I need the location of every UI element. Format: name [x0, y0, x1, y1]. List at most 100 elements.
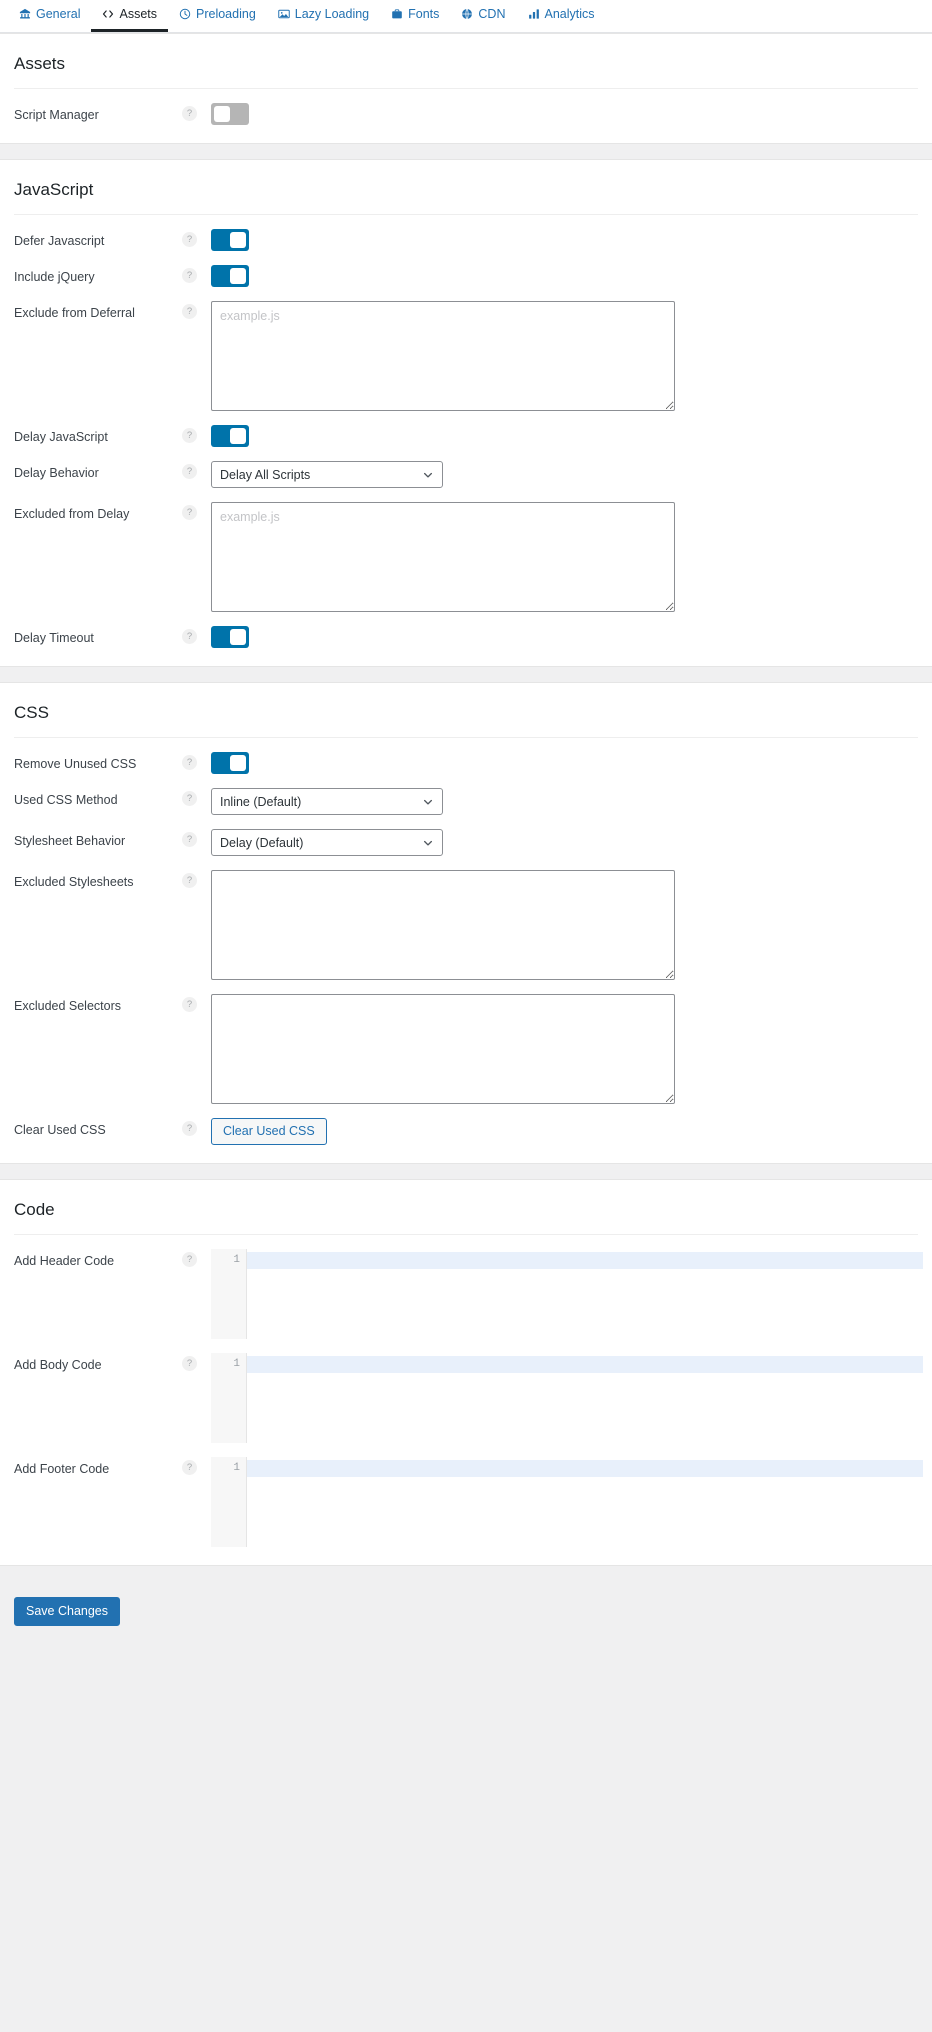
active-line-highlight — [247, 1460, 923, 1477]
control-delay-timeout — [211, 626, 918, 648]
control-delay-javascript — [211, 425, 918, 447]
excluded-selectors-textarea[interactable] — [211, 994, 675, 1104]
toggle-knob — [230, 268, 246, 284]
row-excluded-from-delay: Excluded from Delay ? — [14, 492, 918, 616]
footer-code-gutter: 1 — [211, 1457, 247, 1547]
settings-tab-bar: General Assets Preloading Lazy Loading F… — [0, 0, 932, 33]
row-delay-timeout: Delay Timeout ? — [14, 616, 918, 652]
footer-code-editor[interactable]: 1 — [211, 1457, 923, 1547]
header-code-area[interactable] — [247, 1249, 923, 1339]
toggle-knob — [230, 755, 246, 771]
row-add-footer-code: Add Footer Code ? 1 — [14, 1447, 918, 1551]
help-icon-stylesheet-behavior[interactable]: ? — [182, 832, 197, 847]
row-used-css-method: Used CSS Method ? Inline (Default) — [14, 778, 918, 819]
help-icon-include-jquery[interactable]: ? — [182, 268, 197, 283]
toggle-script-manager[interactable] — [211, 103, 249, 125]
help-icon-script-manager[interactable]: ? — [182, 106, 197, 121]
toggle-remove-unused-css[interactable] — [211, 752, 249, 774]
delay-behavior-select-wrap: Delay All Scripts — [211, 461, 443, 488]
font-icon — [391, 8, 403, 20]
code-icon — [102, 8, 114, 20]
exclude-from-deferral-textarea[interactable] — [211, 301, 675, 411]
row-stylesheet-behavior: Stylesheet Behavior ? Delay (Default) — [14, 819, 918, 860]
tab-assets[interactable]: Assets — [91, 8, 168, 33]
row-excluded-selectors: Excluded Selectors ? — [14, 984, 918, 1108]
tab-general[interactable]: General — [8, 8, 91, 33]
label-add-header-code: Add Header Code — [14, 1249, 182, 1270]
toggle-knob — [230, 629, 246, 645]
row-exclude-from-deferral: Exclude from Deferral ? — [14, 291, 918, 415]
control-remove-unused-css — [211, 752, 918, 774]
control-excluded-from-delay — [211, 502, 918, 612]
tab-label: CDN — [478, 8, 505, 21]
label-excluded-stylesheets: Excluded Stylesheets — [14, 870, 182, 891]
help-icon-excluded-stylesheets[interactable]: ? — [182, 873, 197, 888]
active-line-highlight — [247, 1356, 923, 1373]
help-icon-exclude-from-deferral[interactable]: ? — [182, 304, 197, 319]
label-clear-used-css: Clear Used CSS — [14, 1118, 182, 1139]
tab-preloading[interactable]: Preloading — [168, 8, 267, 33]
body-code-editor[interactable]: 1 — [211, 1353, 923, 1443]
clear-used-css-button[interactable]: Clear Used CSS — [211, 1118, 327, 1145]
tab-analytics[interactable]: Analytics — [517, 8, 606, 33]
label-add-body-code: Add Body Code — [14, 1353, 182, 1374]
header-code-editor[interactable]: 1 — [211, 1249, 923, 1339]
active-line-highlight — [247, 1252, 923, 1269]
toggle-delay-javascript[interactable] — [211, 425, 249, 447]
used-css-method-select[interactable]: Inline (Default) — [211, 788, 443, 815]
control-add-body-code: 1 — [211, 1353, 923, 1443]
panel-title-code: Code — [14, 1180, 918, 1235]
row-clear-used-css: Clear Used CSS ? Clear Used CSS — [14, 1108, 918, 1149]
tab-lazy-loading[interactable]: Lazy Loading — [267, 8, 380, 33]
control-exclude-from-deferral — [211, 301, 918, 411]
save-changes-button[interactable]: Save Changes — [14, 1597, 120, 1626]
assets-rows: Script Manager ? — [14, 89, 918, 129]
body-code-area[interactable] — [247, 1353, 923, 1443]
body-code-gutter: 1 — [211, 1353, 247, 1443]
help-icon-defer-javascript[interactable]: ? — [182, 232, 197, 247]
help-icon-remove-unused-css[interactable]: ? — [182, 755, 197, 770]
label-add-footer-code: Add Footer Code — [14, 1457, 182, 1478]
help-icon-used-css-method[interactable]: ? — [182, 791, 197, 806]
excluded-stylesheets-textarea[interactable] — [211, 870, 675, 980]
toggle-knob — [230, 232, 246, 248]
row-excluded-stylesheets: Excluded Stylesheets ? — [14, 860, 918, 984]
help-icon-add-body-code[interactable]: ? — [182, 1356, 197, 1371]
toggle-knob — [230, 428, 246, 444]
control-add-header-code: 1 — [211, 1249, 923, 1339]
help-icon-delay-javascript[interactable]: ? — [182, 428, 197, 443]
delay-behavior-select[interactable]: Delay All Scripts — [211, 461, 443, 488]
footer-code-area[interactable] — [247, 1457, 923, 1547]
control-delay-behavior: Delay All Scripts — [211, 461, 918, 488]
control-clear-used-css: Clear Used CSS — [211, 1118, 918, 1145]
help-icon-excluded-from-delay[interactable]: ? — [182, 505, 197, 520]
row-defer-javascript: Defer Javascript ? — [14, 219, 918, 255]
control-used-css-method: Inline (Default) — [211, 788, 918, 815]
excluded-from-delay-textarea[interactable] — [211, 502, 675, 612]
row-add-header-code: Add Header Code ? 1 — [14, 1239, 918, 1343]
label-excluded-selectors: Excluded Selectors — [14, 994, 182, 1015]
help-icon-add-footer-code[interactable]: ? — [182, 1460, 197, 1475]
toggle-defer-javascript[interactable] — [211, 229, 249, 251]
row-remove-unused-css: Remove Unused CSS ? — [14, 742, 918, 778]
label-delay-javascript: Delay JavaScript — [14, 425, 182, 446]
header-code-gutter: 1 — [211, 1249, 247, 1339]
label-used-css-method: Used CSS Method — [14, 788, 182, 809]
stylesheet-behavior-select[interactable]: Delay (Default) — [211, 829, 443, 856]
help-icon-clear-used-css[interactable]: ? — [182, 1121, 197, 1136]
help-icon-excluded-selectors[interactable]: ? — [182, 997, 197, 1012]
label-defer-javascript: Defer Javascript — [14, 229, 182, 250]
javascript-rows: Defer Javascript ? Include jQuery ? Excl… — [14, 215, 918, 652]
help-icon-add-header-code[interactable]: ? — [182, 1252, 197, 1267]
tab-label: Analytics — [545, 8, 595, 21]
help-icon-delay-behavior[interactable]: ? — [182, 464, 197, 479]
stylesheet-behavior-select-wrap: Delay (Default) — [211, 829, 443, 856]
control-stylesheet-behavior: Delay (Default) — [211, 829, 918, 856]
clock-icon — [179, 8, 191, 20]
toggle-include-jquery[interactable] — [211, 265, 249, 287]
help-icon-delay-timeout[interactable]: ? — [182, 629, 197, 644]
tab-cdn[interactable]: CDN — [450, 8, 516, 33]
code-panel: Code Add Header Code ? 1 Add Body Code ?… — [0, 1179, 932, 1566]
toggle-delay-timeout[interactable] — [211, 626, 249, 648]
tab-fonts[interactable]: Fonts — [380, 8, 450, 33]
